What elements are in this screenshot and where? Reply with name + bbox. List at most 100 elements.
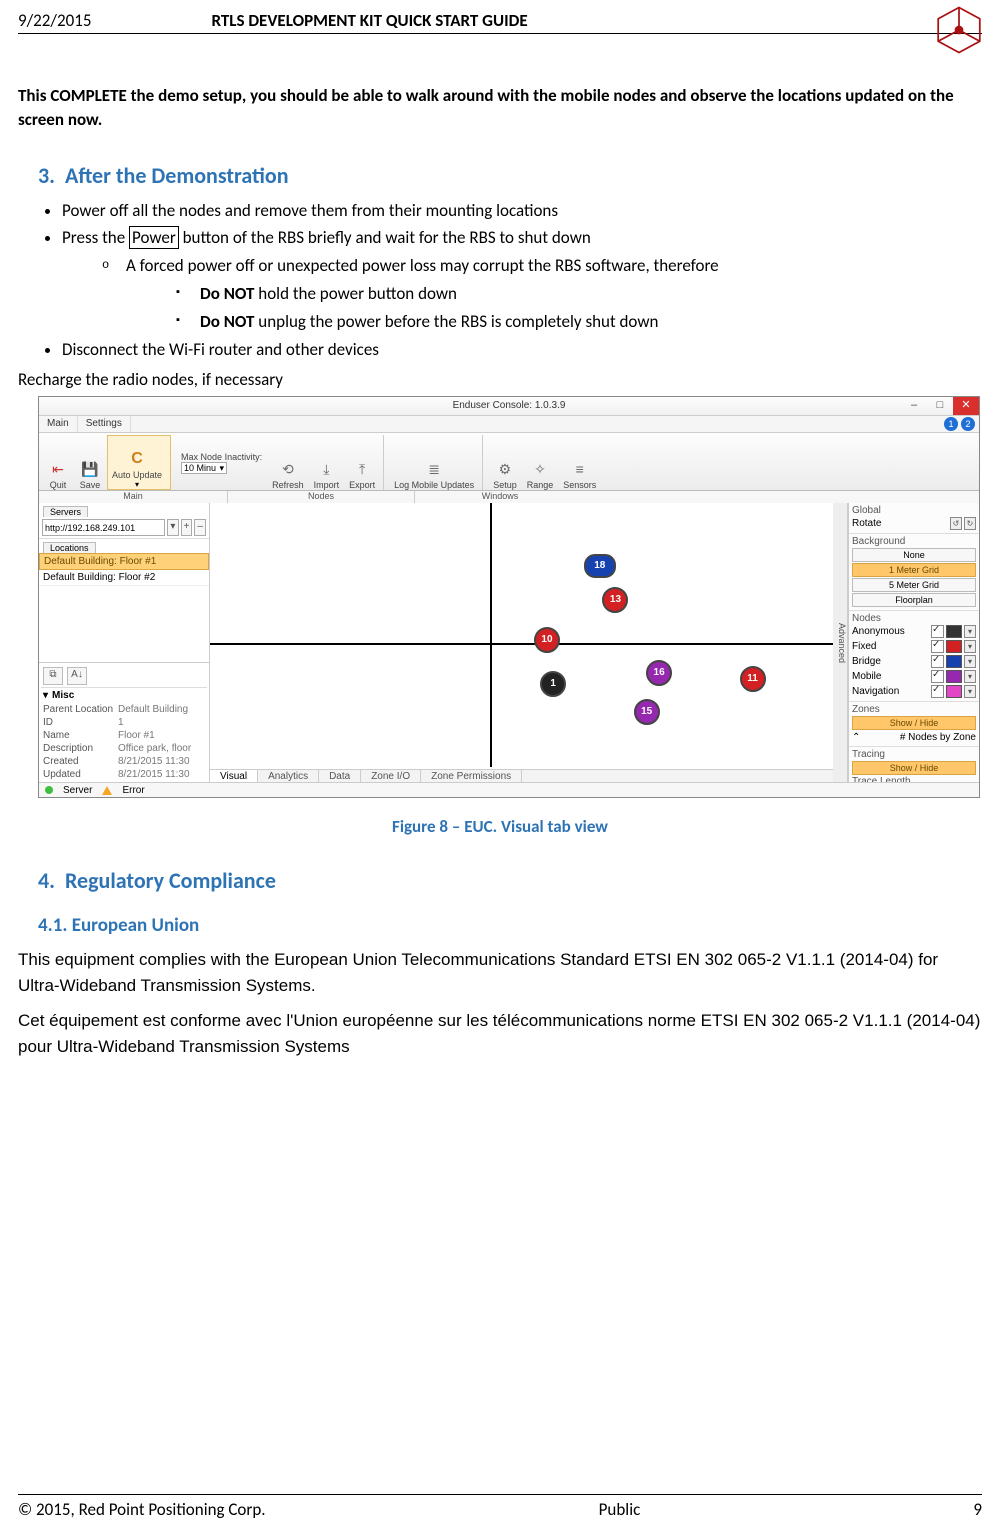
close-button[interactable]: ✕ — [953, 397, 979, 415]
window-titlebar: Enduser Console: 1.0.3.9 – □ ✕ — [39, 397, 979, 416]
bg-floorplan-button[interactable]: Floorplan — [852, 593, 976, 607]
tracing-label: Tracing — [852, 749, 976, 760]
range-button[interactable]: ✧Range — [523, 435, 558, 490]
footer: © 2015, Red Point Positioning Corp. Publ… — [18, 1494, 982, 1520]
misc-panel: ⧉ A↓ ▾ Misc Parent LocationDefault Build… — [39, 662, 209, 783]
background-label: Background — [852, 536, 976, 547]
right-pane: Global Rotate ↺ ↻ Background None 1 Mete… — [848, 503, 979, 783]
node-15[interactable]: 15 — [634, 699, 660, 725]
tab-main[interactable]: Main — [39, 416, 78, 432]
error-status-label: Error — [122, 785, 144, 796]
bullet-press-power: Press the Power button of the RBS briefl… — [62, 226, 982, 333]
server-url-input[interactable] — [42, 519, 165, 536]
minimize-button[interactable]: – — [901, 397, 927, 415]
import-button[interactable]: ⤓Import — [310, 435, 344, 490]
footer-left: © 2015, Red Point Positioning Corp. — [18, 1499, 266, 1520]
sensors-button[interactable]: ≡Sensors — [559, 435, 600, 490]
section-4-heading: 4. Regulatory Compliance — [38, 867, 982, 894]
intro-paragraph: This COMPLETE the demo setup, you should… — [18, 84, 982, 132]
ribbon: ⇤Quit 💾Save C Auto Update ▾ Max Node Ina… — [39, 433, 979, 491]
refresh-button[interactable]: ⟲Refresh — [268, 435, 308, 490]
misc-header: ▾ Misc — [41, 688, 207, 703]
recharge-line: Recharge the radio nodes, if necessary — [18, 369, 982, 390]
log-mobile-button[interactable]: ≣Log Mobile Updates — [390, 435, 483, 490]
nav-checkbox[interactable] — [931, 685, 944, 698]
status-bar: Server Error — [39, 782, 979, 797]
bg-none-button[interactable]: None — [852, 548, 976, 562]
page: 9/22/2015 RTLS DEVELOPMENT KIT QUICK STA… — [0, 0, 1000, 1534]
compliance-en: This equipment complies with the Europea… — [18, 947, 982, 998]
remove-server-button[interactable]: – — [194, 519, 206, 536]
sec3-bullets: Power off all the nodes and remove them … — [44, 199, 982, 362]
bridge-color[interactable] — [946, 655, 962, 668]
locations-tab[interactable]: Locations — [43, 542, 96, 553]
menu-tabs: Main Settings — [39, 416, 979, 433]
server-dropdown[interactable]: ▾ — [167, 519, 179, 536]
header-date: 9/22/2015 — [18, 10, 91, 31]
node-18[interactable]: 18 — [584, 554, 616, 578]
inactivity-dropdown[interactable]: 10 Minu▾ — [181, 462, 227, 474]
global-label: Global — [852, 505, 976, 516]
advanced-strip[interactable]: Advanced — [833, 503, 848, 783]
fixed-checkbox[interactable] — [931, 640, 944, 653]
maximize-button[interactable]: □ — [927, 397, 953, 415]
nodes-by-zone[interactable]: # Nodes by Zone — [900, 732, 976, 743]
add-server-button[interactable]: + — [181, 519, 193, 536]
bg-5m-button[interactable]: 5 Meter Grid — [852, 578, 976, 592]
fixed-color[interactable] — [946, 640, 962, 653]
euc-screenshot: Enduser Console: 1.0.3.9 – □ ✕ Main Sett… — [38, 396, 980, 798]
zones-showhide-button[interactable]: Show / Hide — [852, 716, 976, 730]
server-status-icon — [45, 786, 53, 794]
power-button-label: Power — [129, 226, 179, 249]
sub-donot-hold: Do NOT hold the power button down — [176, 282, 982, 306]
tracing-showhide-button[interactable]: Show / Hide — [852, 761, 976, 775]
canvas-area[interactable]: 18 13 10 16 11 15 1 Visual Analytics Dat… — [210, 503, 833, 783]
canvas-tabs: Visual Analytics Data Zone I/O Zone Perm… — [210, 769, 833, 783]
anon-checkbox[interactable] — [931, 625, 944, 638]
save-button[interactable]: 💾Save — [75, 435, 105, 490]
auto-update-button[interactable]: C Auto Update ▾ — [107, 435, 171, 490]
nodes-label: Nodes — [852, 613, 976, 624]
help-badge-2[interactable]: 2 — [961, 417, 975, 431]
logo-icon — [933, 4, 985, 61]
section-4-1-heading: 4.1. European Union — [38, 914, 982, 937]
header-title: RTLS DEVELOPMENT KIT QUICK START GUIDE — [91, 10, 982, 31]
quit-button[interactable]: ⇤Quit — [43, 435, 73, 490]
help-badge-1[interactable]: 1 — [944, 417, 958, 431]
misc-sort-icon[interactable]: ⧉ — [43, 667, 63, 685]
anon-color[interactable] — [946, 625, 962, 638]
footer-right: 9 — [973, 1499, 982, 1520]
max-node-label: Max Node Inactivity: 10 Minu▾ — [177, 435, 266, 490]
node-11[interactable]: 11 — [740, 666, 766, 692]
error-status-icon — [102, 786, 112, 795]
mobile-checkbox[interactable] — [931, 670, 944, 683]
bullet-disconnect-wifi: Disconnect the Wi-Fi router and other de… — [62, 338, 982, 362]
node-13[interactable]: 13 — [602, 587, 628, 613]
sub-donot-unplug: Do NOT unplug the power before the RBS i… — [176, 310, 982, 334]
rotate-right-button[interactable]: ↻ — [964, 517, 976, 530]
bridge-checkbox[interactable] — [931, 655, 944, 668]
left-pane: Servers ▾ + – Locations Default Building… — [39, 503, 210, 783]
section-3-heading: 3. After the Demonstration — [38, 162, 982, 189]
rotate-left-button[interactable]: ↺ — [950, 517, 962, 530]
zones-label: Zones — [852, 704, 976, 715]
mobile-color[interactable] — [946, 670, 962, 683]
figure-caption: Figure 8 – EUC. Visual tab view — [18, 816, 982, 837]
floor-2-item[interactable]: Default Building: Floor #2 — [39, 570, 209, 586]
setup-button[interactable]: ⚙Setup — [489, 435, 521, 490]
nav-color[interactable] — [946, 685, 962, 698]
compliance-fr: Cet équipement est conforme avec l'Union… — [18, 1008, 982, 1059]
export-button[interactable]: ⤒Export — [345, 435, 384, 490]
node-16[interactable]: 16 — [646, 660, 672, 686]
server-status-label: Server — [63, 785, 92, 796]
node-10[interactable]: 10 — [534, 627, 560, 653]
node-1[interactable]: 1 — [540, 671, 566, 697]
footer-center: Public — [599, 1499, 641, 1520]
misc-az-icon[interactable]: A↓ — [67, 667, 87, 685]
servers-tab[interactable]: Servers — [43, 506, 88, 517]
bg-1m-button[interactable]: 1 Meter Grid — [852, 563, 976, 577]
rotate-label: Rotate — [852, 518, 881, 529]
floor-1-item[interactable]: Default Building: Floor #1 — [39, 553, 209, 570]
bullet-power-off: Power off all the nodes and remove them … — [62, 199, 982, 223]
tab-settings[interactable]: Settings — [78, 416, 131, 432]
